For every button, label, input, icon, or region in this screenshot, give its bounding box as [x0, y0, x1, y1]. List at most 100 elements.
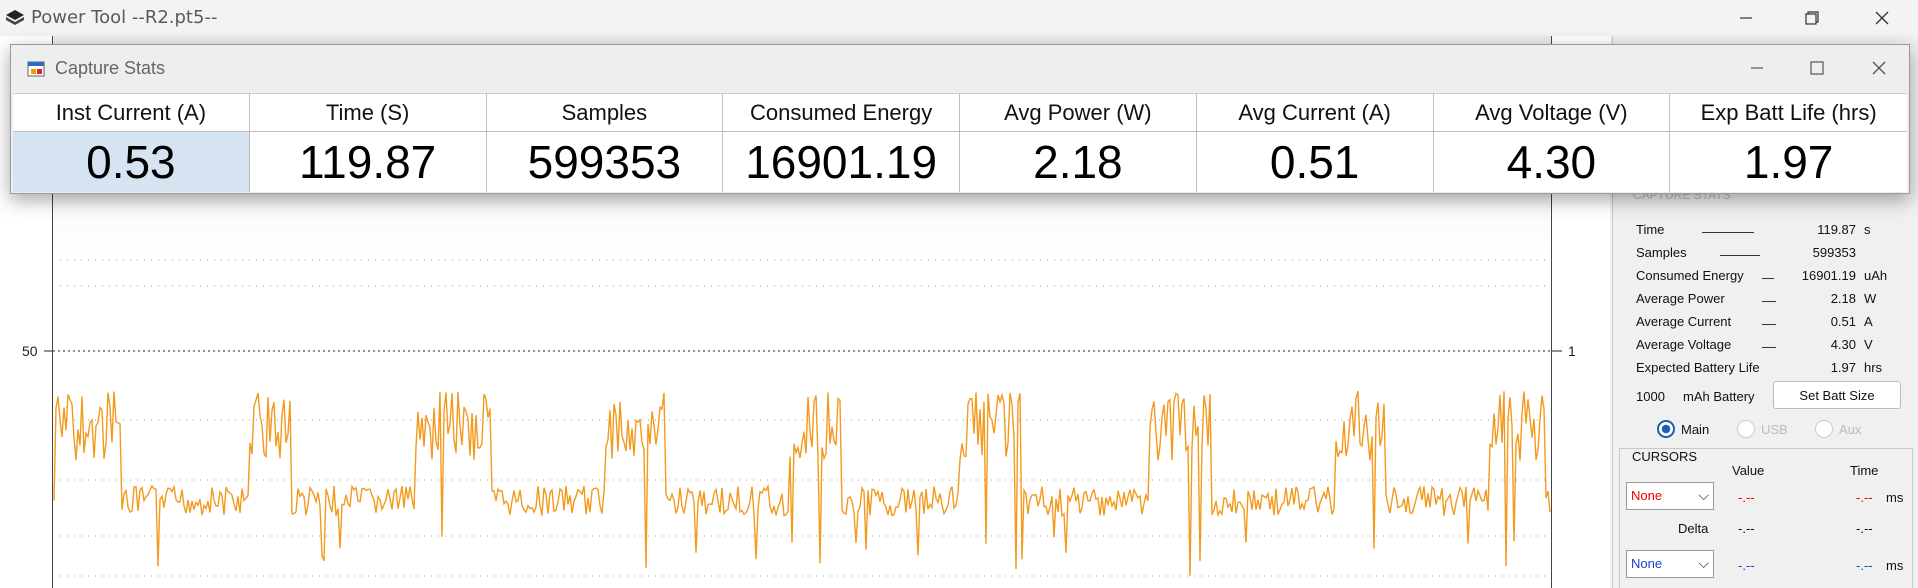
leader-line [1720, 255, 1760, 256]
stat-unit: V [1864, 337, 1873, 352]
stat-label: Average Voltage [1636, 337, 1732, 352]
column-header: Samples [486, 94, 723, 132]
cap-close-button[interactable] [1849, 50, 1909, 86]
cursor2-value: -.-- [1738, 558, 1755, 573]
stat-label: Expected Battery Life [1636, 360, 1760, 375]
cursors-title: CURSORS [1632, 449, 1698, 464]
stat-label: Consumed Energy [1636, 268, 1744, 283]
restore-button[interactable] [1782, 0, 1842, 36]
stat-cell-samples[interactable]: Samples 599353 [486, 94, 724, 192]
stat-label: Average Current [1636, 314, 1732, 329]
cursors-time-header: Time [1850, 463, 1879, 478]
app-icon [6, 10, 24, 25]
stat-value: 1.97 [1830, 360, 1856, 375]
cursors-group: CURSORS Value Time None ⌵ -.-- -.-- ms D… [1619, 448, 1913, 588]
stat-unit: s [1864, 222, 1871, 237]
battery-size-value: 1000 [1636, 389, 1665, 404]
radio-label: Main [1681, 421, 1710, 437]
radio-icon [1815, 420, 1833, 438]
delta-time: -.-- [1856, 521, 1873, 536]
stat-label: Samples [1636, 245, 1687, 260]
close-icon [1872, 61, 1886, 75]
stat-label: Time [1636, 222, 1665, 237]
close-icon [1875, 11, 1889, 25]
capture-stats-title: Capture Stats [55, 58, 166, 78]
cursor2-unit: ms [1886, 558, 1904, 573]
column-header: Avg Voltage (V) [1433, 94, 1670, 132]
cursor1-unit: ms [1886, 490, 1904, 505]
left-axis-label: 50 [22, 343, 38, 359]
stat-cell-time[interactable]: Time (S) 119.87 [249, 94, 487, 192]
chevron-down-icon: ⌵ [1698, 555, 1709, 571]
cursors-value-header: Value [1732, 463, 1765, 478]
radio-icon [1737, 420, 1755, 438]
stat-value: 16901.19 [1801, 268, 1856, 283]
main-title-bar: Power Tool --R2.pt5-- [0, 0, 1918, 36]
stat-average-power: Average Power 2.18 W [1636, 291, 1896, 311]
battery-size-label: mAh Battery [1683, 389, 1755, 404]
leader-line [1762, 278, 1774, 279]
leader-line [1762, 324, 1776, 325]
stat-value: 0.51 [1830, 314, 1856, 329]
stat-cell-avg-voltage[interactable]: Avg Voltage (V) 4.30 [1433, 94, 1671, 192]
radio-label: Aux [1839, 421, 1862, 437]
stat-cell-avg-current[interactable]: Avg Current (A) 0.51 [1196, 94, 1434, 192]
delta-label: Delta [1678, 521, 1709, 536]
capture-stats-window[interactable]: Capture Stats Inst Current (A) 0.53 Time… [10, 44, 1910, 194]
cursor1-value: -.-- [1738, 490, 1755, 505]
stat-value: 4.30 [1830, 337, 1856, 352]
capture-stats-table: Inst Current (A) 0.53 Time (S) 119.87 Sa… [13, 93, 1907, 192]
column-value: 1.97 [1743, 136, 1834, 188]
stat-average-current: Average Current 0.51 A [1636, 314, 1896, 334]
column-value: 2.18 [1033, 136, 1123, 188]
main-window-title: Power Tool --R2.pt5-- [31, 7, 218, 28]
column-header: Consumed Energy [723, 94, 959, 132]
set-batt-size-button[interactable]: Set Batt Size [1773, 381, 1901, 409]
capture-stats-title-bar[interactable]: Capture Stats [11, 45, 1909, 93]
stat-unit: A [1864, 314, 1873, 329]
column-header: Avg Current (A) [1196, 94, 1433, 132]
stat-cell-inst-current[interactable]: Inst Current (A) 0.53 [13, 94, 250, 192]
cursor1-select-value: None [1631, 488, 1663, 503]
current-trace [53, 390, 1551, 576]
minimize-button[interactable] [1716, 0, 1776, 36]
close-button[interactable] [1852, 0, 1912, 36]
minimize-icon [1740, 17, 1752, 19]
stat-average-voltage: Average Voltage 4.30 V [1636, 337, 1896, 357]
stat-value: 2.18 [1830, 291, 1856, 306]
window-app-icon [27, 61, 45, 77]
leader-line [1702, 232, 1754, 233]
radio-selected-icon [1657, 420, 1675, 438]
chevron-down-icon: ⌵ [1698, 487, 1709, 503]
cap-minimize-button[interactable] [1727, 50, 1787, 86]
column-header: Avg Power (W) [960, 94, 1196, 132]
minimize-icon [1751, 67, 1763, 69]
stat-cell-exp-batt-life[interactable]: Exp Batt Life (hrs) 1.97 [1670, 94, 1907, 192]
cap-maximize-button[interactable] [1787, 50, 1847, 86]
column-value: 0.53 [13, 132, 249, 192]
stat-consumed-energy: Consumed Energy 16901.19 uAh [1636, 268, 1896, 288]
cursor2-select-value: None [1631, 556, 1663, 571]
stat-label: Average Power [1636, 291, 1725, 306]
column-value: 4.30 [1506, 136, 1597, 188]
stat-cell-avg-power[interactable]: Avg Power (W) 2.18 [960, 94, 1197, 192]
grid-lines [60, 259, 1545, 577]
right-axis-label: 1 [1568, 343, 1576, 359]
column-value: 0.51 [1269, 136, 1360, 188]
stat-cell-consumed-energy[interactable]: Consumed Energy 16901.19 [723, 94, 960, 192]
stat-expected-battery-life: Expected Battery Life 1.97 hrs [1636, 360, 1896, 380]
radio-main[interactable]: Main [1657, 420, 1709, 438]
stat-samples: Samples 599353 [1636, 245, 1896, 265]
cursor1-select[interactable]: None ⌵ [1626, 482, 1714, 510]
radio-aux[interactable]: Aux [1815, 420, 1861, 438]
leader-line [1762, 347, 1776, 348]
cursor1-time: -.-- [1856, 490, 1873, 505]
radio-label: USB [1761, 421, 1788, 437]
column-value: 119.87 [298, 136, 437, 188]
radio-usb[interactable]: USB [1737, 420, 1788, 438]
column-value: 16901.19 [745, 136, 938, 188]
stat-time: Time 119.87 s [1636, 222, 1896, 242]
cursor2-select[interactable]: None ⌵ [1626, 550, 1714, 578]
cursor2-time: -.-- [1856, 558, 1873, 573]
column-header: Time (S) [249, 94, 486, 132]
